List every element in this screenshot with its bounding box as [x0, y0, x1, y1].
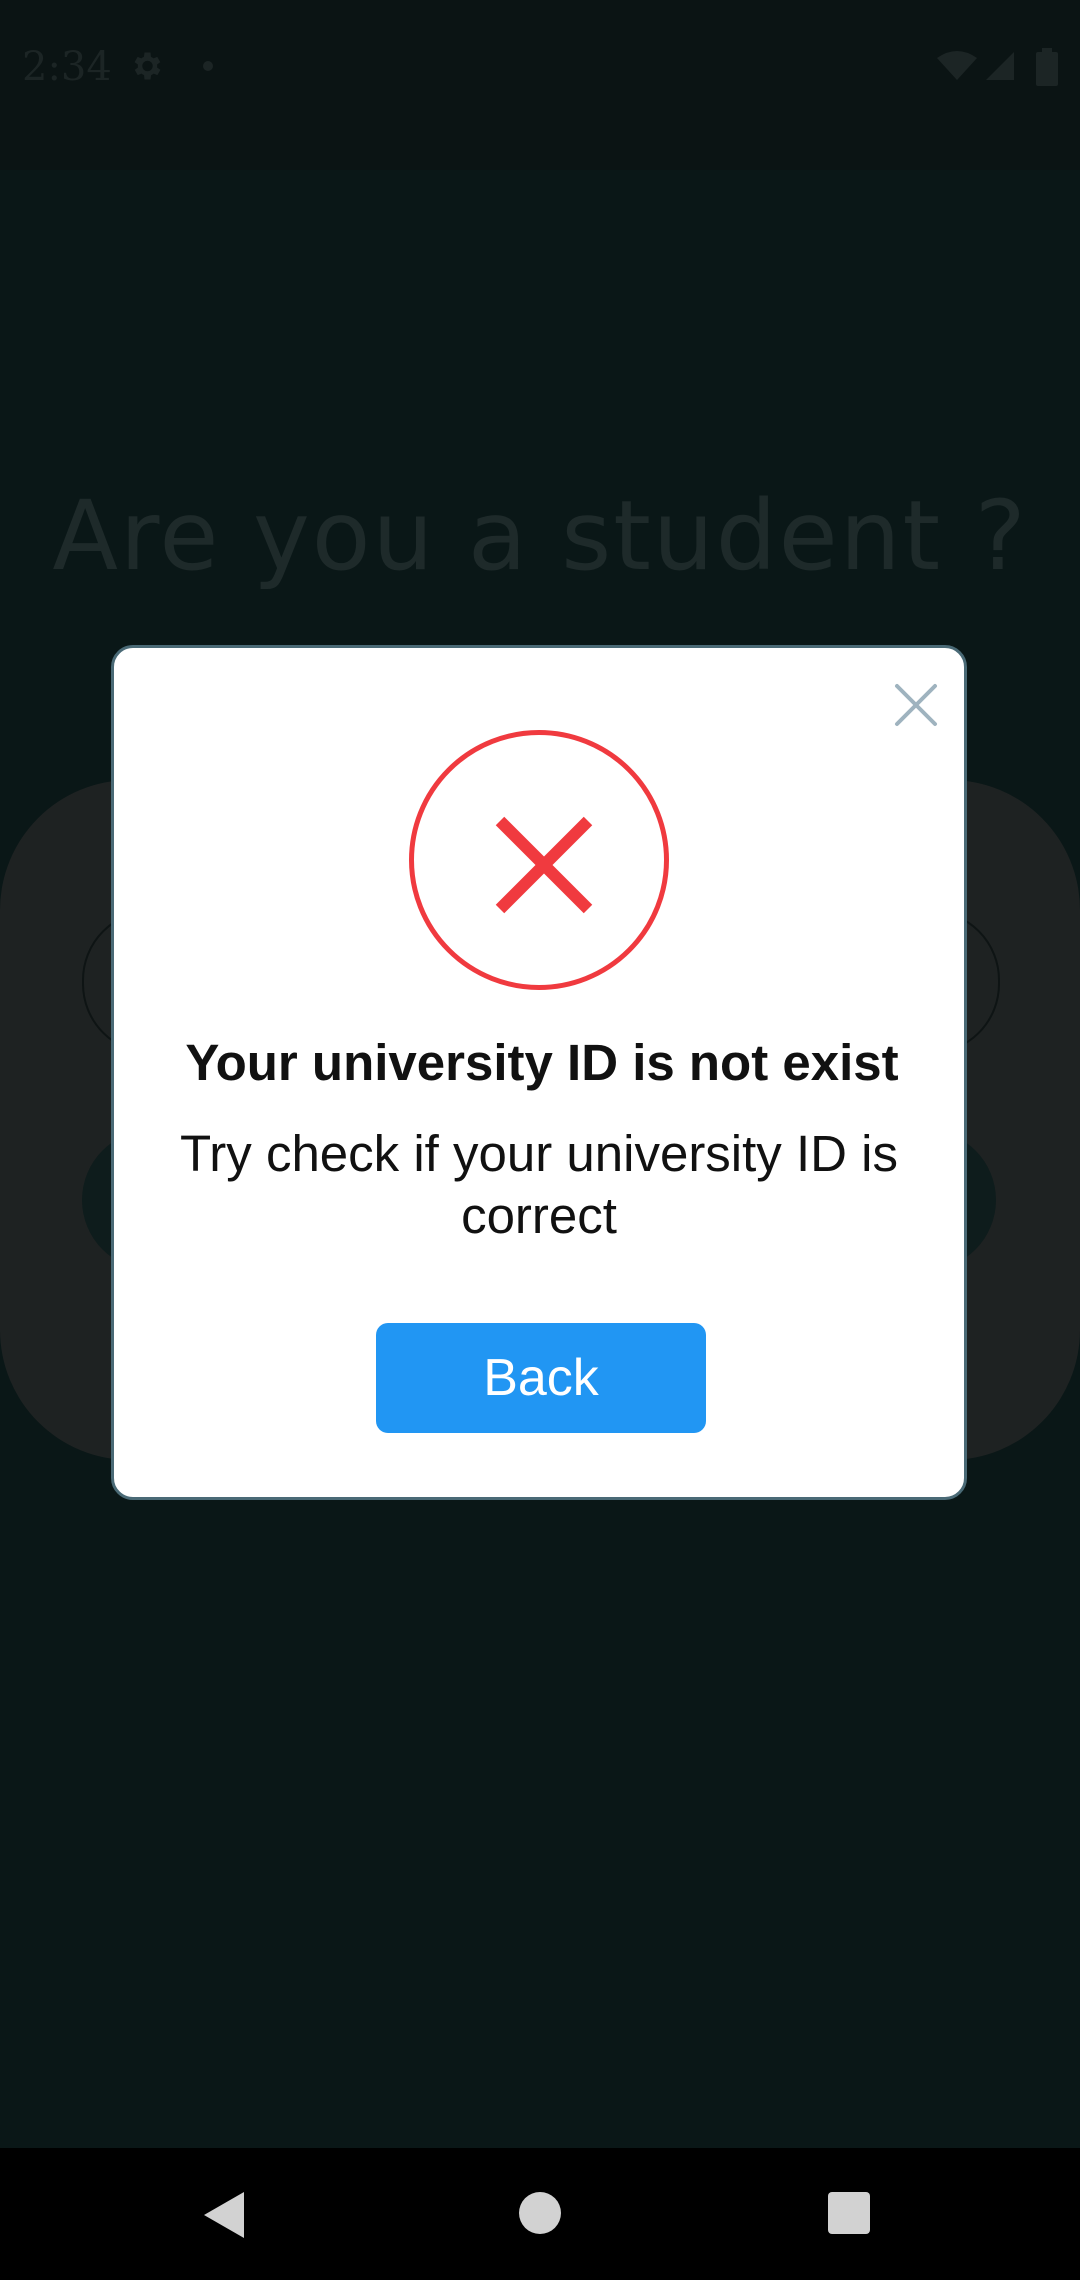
navigation-bar [0, 2148, 1080, 2280]
page-heading: Are you a student ? [52, 480, 1028, 592]
wifi-icon [937, 51, 977, 80]
signal-icon [986, 52, 1014, 80]
status-time: 2:34 [22, 44, 112, 90]
dialog-message: Try check if your university ID is corre… [180, 1125, 898, 1244]
error-circle [409, 730, 669, 990]
dialog-title: Your university ID is not exist [185, 1034, 899, 1091]
error-x-icon [495, 816, 593, 914]
notification-dot-icon [203, 61, 213, 71]
back-button[interactable]: Back [376, 1323, 706, 1433]
square-recents-icon[interactable] [828, 2192, 870, 2234]
status-bar: 2:34 [0, 0, 1080, 170]
circle-home-icon[interactable] [519, 2192, 561, 2234]
battery-icon [1036, 48, 1058, 86]
gear-icon [134, 52, 161, 80]
error-dialog: Your university ID is not exist Try chec… [111, 645, 967, 1500]
triangle-back-icon[interactable] [200, 2188, 250, 2242]
close-icon[interactable] [889, 678, 943, 732]
screen: 2:34 Are you a student ? Your university… [0, 0, 1080, 2280]
